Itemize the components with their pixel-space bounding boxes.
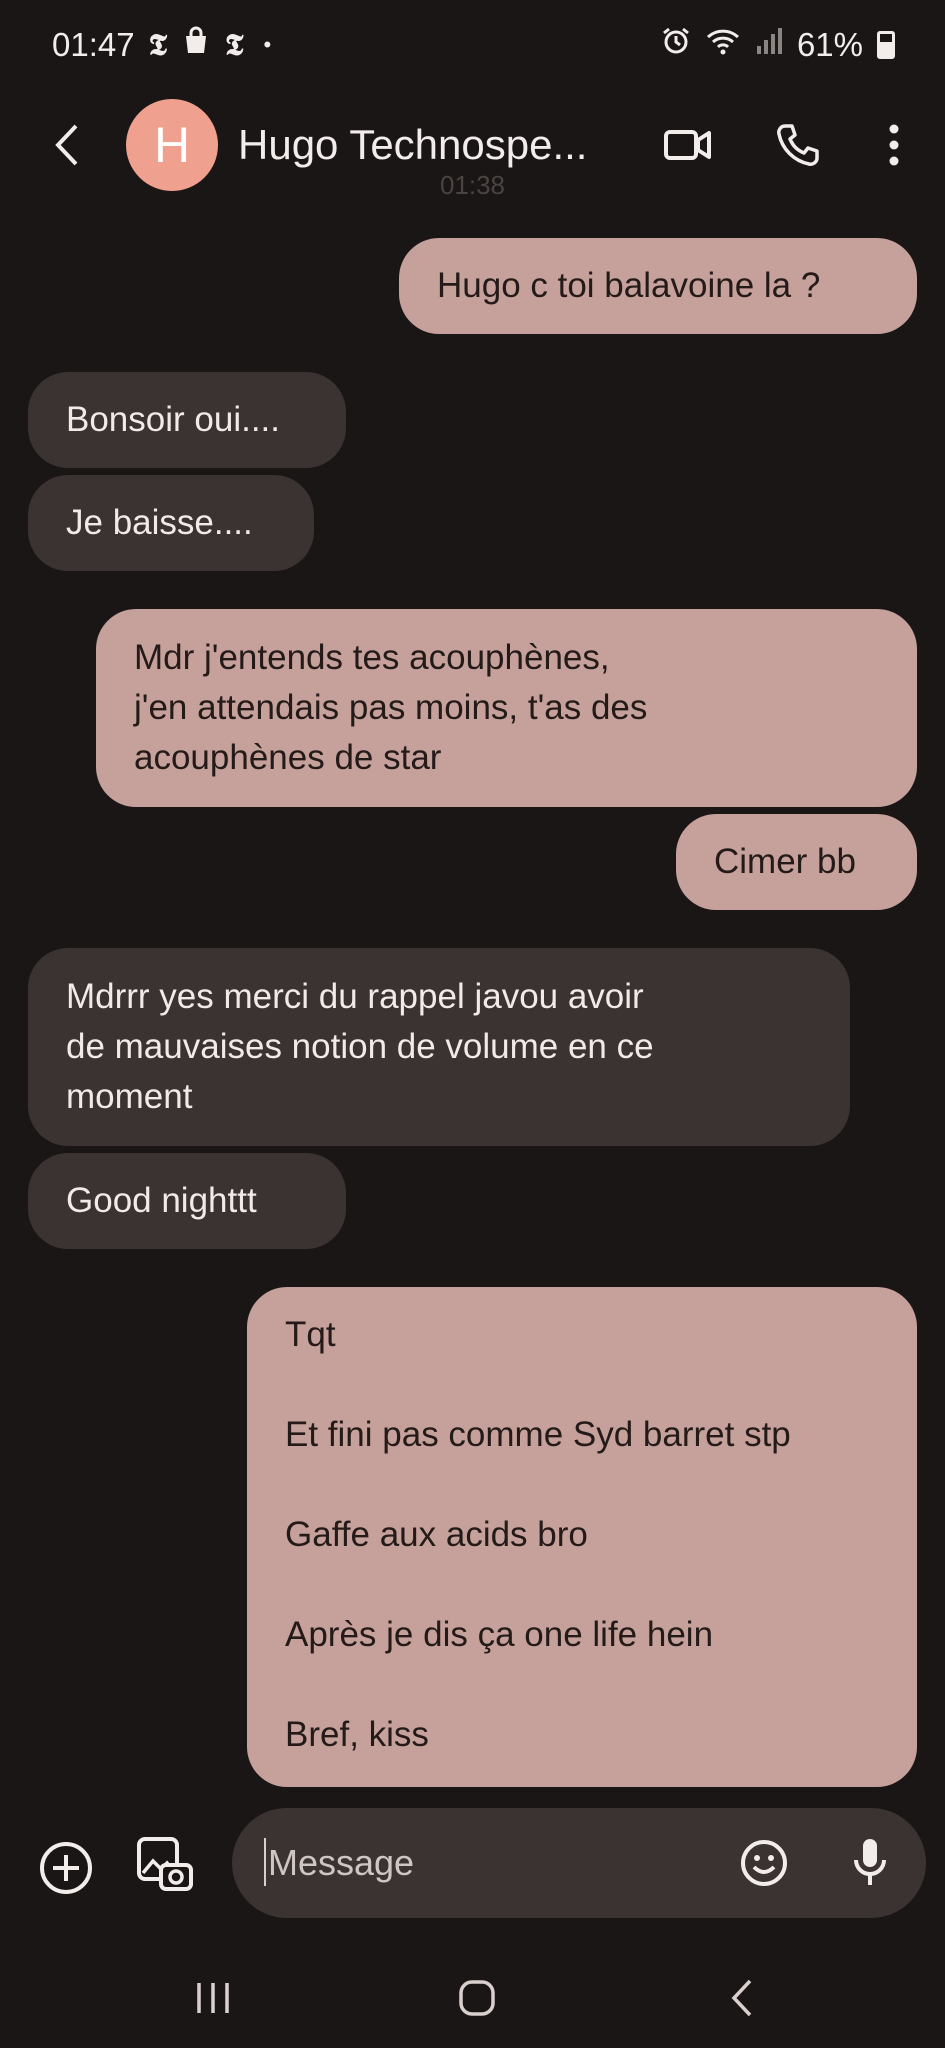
message-sent[interactable]: Cimer bb: [676, 814, 917, 910]
status-bar: 01:47 𝕿 𝕿 • 61%: [0, 0, 945, 90]
message-received[interactable]: Bonsoir oui....: [28, 372, 346, 468]
message-received[interactable]: Je baisse....: [28, 475, 314, 571]
message-sent[interactable]: Mdr j'entends tes acouphènes, j'en atten…: [96, 609, 917, 807]
message-sent[interactable]: Tqt Et fini pas comme Syd barret stp Gaf…: [247, 1287, 917, 1787]
message-received[interactable]: Good nighttt: [28, 1153, 346, 1249]
more-vert-icon: [889, 124, 899, 166]
nav-back-button[interactable]: [708, 1968, 778, 2028]
message-text: Mdrrr yes merci du rappel javou avoir: [66, 977, 644, 1016]
message-paragraph: Tqt: [285, 1315, 336, 1354]
message-text: Je baisse....: [66, 503, 253, 542]
system-navigation-bar: [0, 1950, 945, 2048]
plus-circle-icon: [40, 1842, 92, 1894]
message-text: Good nighttt: [66, 1181, 257, 1220]
recent-apps-icon: [197, 1983, 229, 2013]
message-text: Mdr j'entends tes acouphènes,: [134, 638, 610, 677]
signal-icon: [755, 26, 783, 64]
battery-percent: 61%: [796, 26, 863, 63]
home-icon: [459, 1980, 495, 2016]
phone-icon: [777, 124, 819, 166]
battery-icon: [877, 31, 895, 59]
dot-icon: •: [263, 32, 272, 57]
voice-input-button[interactable]: [842, 1834, 898, 1890]
wifi-icon: [705, 26, 741, 64]
message-text: acouphènes de star: [134, 738, 442, 777]
message-text: de mauvaises notion de volume en ce: [66, 1027, 654, 1066]
back-icon: [731, 1979, 752, 2017]
alarm-icon: [661, 26, 691, 64]
message-paragraph: Gaffe aux acids bro: [285, 1515, 588, 1554]
text-caret: [264, 1838, 266, 1886]
emoji-icon: [741, 1840, 787, 1886]
shopping-bag-icon: [181, 26, 211, 64]
microphone-icon: [854, 1839, 886, 1885]
gallery-camera-icon: [137, 1837, 193, 1891]
video-camera-icon: [664, 130, 711, 160]
gallery-camera-button[interactable]: [132, 1832, 198, 1898]
recent-apps-button[interactable]: [178, 1968, 248, 2028]
nyt-icon: 𝕿: [148, 27, 168, 63]
message-paragraph: Et fini pas comme Syd barret stp: [285, 1415, 791, 1454]
message-paragraph: Après je dis ça one life hein: [285, 1615, 714, 1654]
voice-call-button[interactable]: [768, 115, 828, 175]
message-text: moment: [66, 1077, 193, 1116]
more-options-button[interactable]: [864, 115, 924, 175]
emoji-button[interactable]: [737, 1836, 791, 1890]
status-left: 01:47 𝕿 𝕿 •: [52, 26, 271, 64]
message-paragraph: Bref, kiss: [285, 1715, 429, 1754]
message-received[interactable]: Mdrrr yes merci du rappel javou avoir de…: [28, 948, 850, 1146]
message-composer: [232, 1808, 926, 1918]
message-input[interactable]: [268, 1808, 728, 1918]
status-right: 61%: [661, 26, 895, 64]
home-button[interactable]: [442, 1968, 512, 2028]
nyt-icon: 𝕿: [225, 27, 244, 63]
status-time: 01:47: [52, 26, 135, 63]
message-text: Bonsoir oui....: [66, 400, 280, 439]
messages-screen: 01:47 𝕿 𝕿 • 61% H Hugo Technospe... 01:3…: [0, 0, 945, 2048]
message-text: j'en attendais pas moins, t'as des: [134, 688, 648, 727]
message-text: Cimer bb: [714, 842, 856, 881]
message-text: Hugo c toi balavoine la ?: [437, 266, 821, 305]
contact-name[interactable]: Hugo Technospe...: [238, 121, 638, 169]
message-sent[interactable]: Hugo c toi balavoine la ?: [399, 238, 917, 334]
chevron-left-icon: [55, 124, 78, 166]
add-attachment-button[interactable]: [38, 1840, 94, 1896]
video-call-button[interactable]: [658, 115, 718, 175]
date-timestamp: 01:38: [439, 170, 506, 200]
